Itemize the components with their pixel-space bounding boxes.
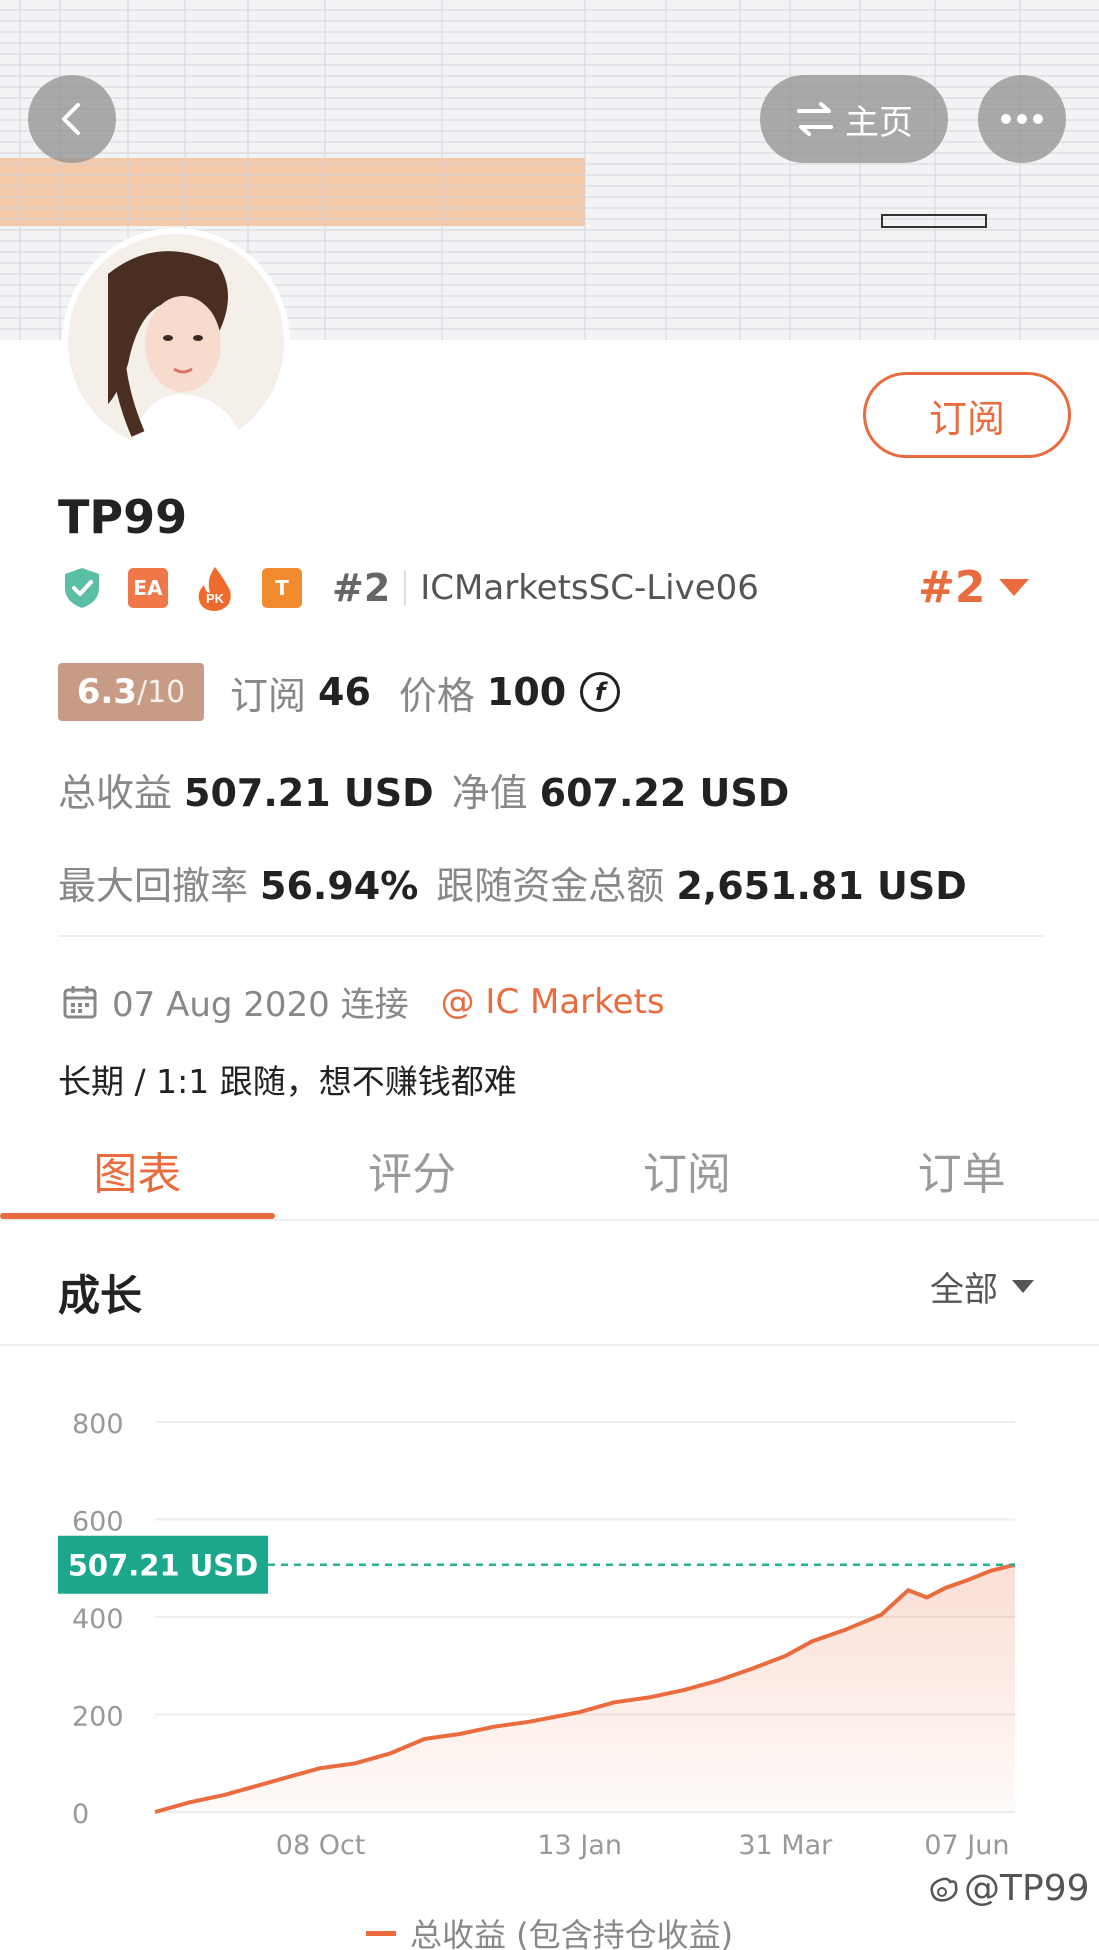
equity-value: 607.22 USD bbox=[539, 771, 790, 815]
chevron-left-icon bbox=[62, 103, 80, 135]
divider bbox=[58, 935, 1043, 937]
range-dropdown[interactable]: 全部 bbox=[930, 1262, 1034, 1311]
stats-row-3: 最大回撤率 56.94% 跟随资金总额 2,651.81 USD bbox=[58, 855, 985, 910]
price-label: 价格 bbox=[398, 673, 475, 718]
y-tick-label: 600 bbox=[72, 1507, 124, 1538]
score-badge: 6.3/10 bbox=[58, 663, 204, 721]
tab-subscription[interactable]: 订阅 bbox=[550, 1118, 825, 1222]
section-title: 成长 bbox=[58, 1271, 143, 1320]
watermark: @TP99 bbox=[926, 1868, 1090, 1909]
range-label: 全部 bbox=[930, 1270, 998, 1310]
tab-active-indicator bbox=[0, 1213, 275, 1219]
follow-funds-label: 跟随资金总额 bbox=[436, 864, 665, 908]
chart-legend: 总收益 (包含持仓收益) bbox=[366, 1910, 733, 1950]
score-value: 6.3 bbox=[76, 672, 137, 712]
total-profit-label: 总收益 bbox=[58, 771, 173, 815]
back-button[interactable] bbox=[28, 75, 116, 163]
equity-label: 净值 bbox=[451, 771, 528, 815]
x-tick-label: 13 Jan bbox=[537, 1830, 622, 1861]
broker-link[interactable]: @ IC Markets bbox=[441, 982, 665, 1022]
shield-check-icon bbox=[65, 568, 99, 608]
fire-icon: PK bbox=[198, 567, 231, 611]
growth-chart: 0 200 400 600 800 507.21 USD 08 Oct 13 Jan 31 Ma… bbox=[58, 1409, 1016, 1861]
subs-value: 46 bbox=[318, 670, 371, 714]
rank-right-label: #2 bbox=[918, 562, 986, 613]
avatar-photo bbox=[68, 234, 284, 450]
legend-swatch bbox=[366, 1930, 396, 1936]
legend-label: 总收益 (包含持仓收益) bbox=[410, 1916, 734, 1950]
description: 长期 / 1:1 跟随，想不赚钱都难 bbox=[58, 1062, 517, 1101]
badge-row: EA PK T #2 ICMarketsSC-Live06 bbox=[62, 560, 759, 616]
weibo-icon bbox=[930, 1877, 958, 1902]
server-name: ICMarketsSC-Live06 bbox=[420, 568, 759, 608]
max-drawdown-label: 最大回撤率 bbox=[58, 864, 249, 908]
rank-dropdown[interactable]: #2 bbox=[918, 562, 1030, 613]
subs-label: 订阅 bbox=[230, 673, 307, 718]
stats-row-1: 6.3/10 订阅 46 价格 100 f bbox=[58, 663, 621, 721]
connect-date: 07 Aug 2020 连接 bbox=[112, 985, 409, 1025]
y-tick-label: 0 bbox=[72, 1799, 89, 1830]
pk-badge-text: PK bbox=[206, 591, 225, 606]
area-fill bbox=[155, 1564, 1015, 1812]
ea-badge: EA bbox=[128, 568, 168, 608]
separator bbox=[404, 571, 407, 605]
caret-down-icon bbox=[1012, 1280, 1034, 1293]
home-label: 主页 bbox=[845, 102, 913, 143]
trader-name: TP99 bbox=[58, 490, 188, 544]
calendar-icon bbox=[63, 985, 97, 1018]
connect-row: 07 Aug 2020 连接 @ IC Markets bbox=[62, 977, 665, 1026]
caret-down-icon bbox=[999, 579, 1030, 596]
x-tick-label: 31 Mar bbox=[738, 1830, 833, 1861]
tab-chart[interactable]: 图表 bbox=[0, 1118, 275, 1222]
tab-orders[interactable]: 订单 bbox=[824, 1118, 1099, 1222]
score-denominator: /10 bbox=[136, 674, 186, 710]
tab-rating[interactable]: 评分 bbox=[275, 1118, 550, 1222]
subscribe-button[interactable]: 订阅 bbox=[863, 372, 1071, 458]
x-tick-label: 07 Jun bbox=[924, 1830, 1009, 1861]
max-drawdown-value: 56.94% bbox=[260, 864, 419, 908]
home-button[interactable]: 主页 bbox=[760, 75, 948, 163]
watermark-text: @TP99 bbox=[964, 1868, 1090, 1909]
x-tick-label: 08 Oct bbox=[276, 1830, 366, 1861]
current-value-label: 507.21 USD bbox=[68, 1549, 259, 1583]
tab-bar: 图表 评分 订阅 订单 bbox=[0, 1118, 1099, 1222]
follow-funds-value: 2,651.81 USD bbox=[676, 864, 967, 908]
y-tick-label: 200 bbox=[72, 1702, 124, 1733]
price-value: 100 bbox=[486, 670, 567, 714]
more-button[interactable] bbox=[978, 75, 1066, 163]
tab-divider bbox=[0, 1219, 1099, 1221]
coin-icon: f bbox=[580, 672, 621, 712]
avatar[interactable] bbox=[62, 228, 290, 456]
section-divider bbox=[0, 1344, 1099, 1346]
stats-row-2: 总收益 507.21 USD 净值 607.22 USD bbox=[58, 762, 807, 817]
total-profit-value: 507.21 USD bbox=[184, 771, 434, 815]
y-tick-label: 800 bbox=[72, 1409, 124, 1440]
y-tick-label: 400 bbox=[72, 1604, 124, 1635]
t-badge: T bbox=[262, 568, 302, 608]
swap-arrows-icon bbox=[797, 102, 833, 136]
more-dots-icon bbox=[1001, 114, 1043, 124]
rank-label: #2 bbox=[332, 566, 391, 610]
